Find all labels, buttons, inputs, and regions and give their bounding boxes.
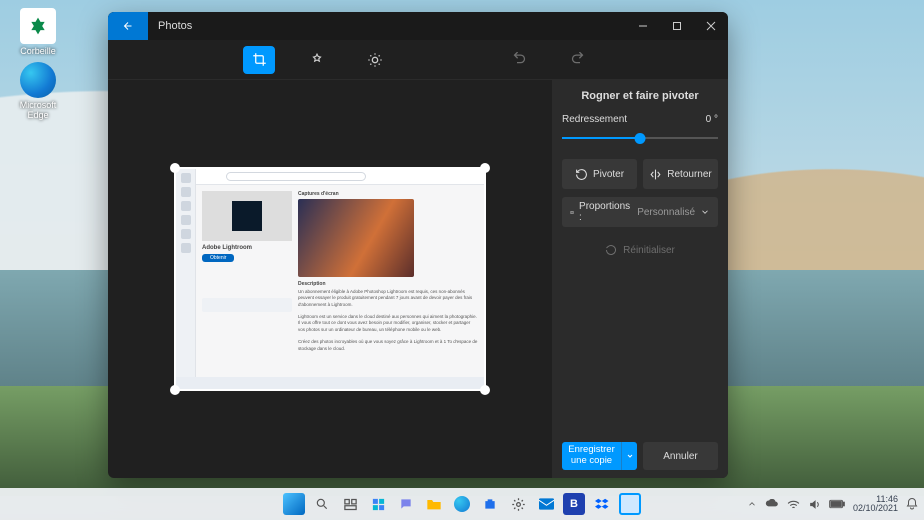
image-canvas[interactable]: Adobe Lightroom Obtenir Captures d'écran… (108, 80, 552, 478)
recycle-bin-icon (20, 8, 56, 44)
store-button[interactable] (479, 493, 501, 515)
system-tray[interactable]: 11:46 02/10/2021 (747, 495, 918, 514)
aspect-label: Proportions : (579, 201, 630, 223)
store-screenshots-heading: Captures d'écran (298, 191, 478, 197)
save-dropdown-button[interactable] (621, 442, 637, 470)
notifications-icon[interactable] (906, 497, 918, 511)
aspect-value: Personnalisé (637, 207, 695, 218)
crop-region[interactable]: Adobe Lightroom Obtenir Captures d'écran… (174, 167, 486, 391)
undo-button[interactable] (503, 46, 535, 74)
crop-handle-bottom-right[interactable] (480, 385, 490, 395)
titlebar[interactable]: Photos (108, 12, 728, 40)
flip-icon (649, 168, 662, 181)
rotate-icon (575, 168, 588, 181)
crop-tool[interactable] (243, 46, 275, 74)
minimize-button[interactable] (626, 12, 660, 40)
chevron-down-icon (700, 207, 710, 217)
cropped-image: Adobe Lightroom Obtenir Captures d'écran… (176, 169, 484, 389)
aspect-icon (570, 206, 574, 219)
store-description-heading: Description (298, 281, 478, 287)
crop-handle-top-left[interactable] (170, 163, 180, 173)
battery-icon[interactable] (829, 499, 845, 509)
onedrive-icon[interactable] (765, 499, 779, 509)
desktop-icon-label: Microsoft Edge (20, 100, 57, 120)
task-view-button[interactable] (339, 493, 361, 515)
clock-date: 02/10/2021 (853, 504, 898, 513)
flip-label: Retourner (667, 169, 711, 180)
straighten-slider[interactable] (562, 131, 718, 145)
explorer-button[interactable] (423, 493, 445, 515)
rotate-button[interactable]: Pivoter (562, 159, 637, 189)
edge-taskbar-button[interactable] (451, 493, 473, 515)
reset-icon (605, 244, 617, 256)
edit-toolbar (108, 40, 728, 80)
reset-label: Réinitialiser (623, 245, 675, 256)
save-split-button: Enregistrer une copie (562, 442, 637, 470)
aspect-ratio-dropdown[interactable]: Proportions : Personnalisé (562, 197, 718, 227)
photos-taskbar-button[interactable] (619, 493, 641, 515)
start-button[interactable] (283, 493, 305, 515)
window-title: Photos (148, 20, 626, 32)
crop-handle-top-right[interactable] (480, 163, 490, 173)
save-copy-button[interactable]: Enregistrer une copie (562, 442, 621, 470)
store-get-button: Obtenir (202, 254, 234, 262)
edge-icon (20, 62, 56, 98)
store-app-title: Adobe Lightroom (202, 245, 292, 251)
taskbar[interactable]: B 11:46 02/10/2021 (0, 488, 924, 520)
back-button[interactable] (108, 12, 148, 40)
crop-handle-bottom-left[interactable] (170, 385, 180, 395)
tray-chevron-icon[interactable] (747, 499, 757, 509)
edit-sidepanel: Rogner et faire pivoter Redressement 0 °… (552, 80, 728, 478)
desktop-icon-recycle-bin[interactable]: Corbeille (10, 8, 66, 56)
rotate-label: Pivoter (593, 169, 624, 180)
close-button[interactable] (694, 12, 728, 40)
desktop-icon-label: Corbeille (20, 46, 56, 56)
adjust-tool[interactable] (359, 46, 391, 74)
chevron-down-icon (626, 452, 634, 460)
redo-button[interactable] (561, 46, 593, 74)
photos-window: Photos (108, 12, 728, 478)
widgets-button[interactable] (367, 493, 389, 515)
search-button[interactable] (311, 493, 333, 515)
filters-tool[interactable] (301, 46, 333, 74)
dropbox-button[interactable] (591, 493, 613, 515)
sidepanel-title: Rogner et faire pivoter (562, 90, 718, 102)
app-b-button[interactable]: B (563, 493, 585, 515)
chat-button[interactable] (395, 493, 417, 515)
flip-button[interactable]: Retourner (643, 159, 718, 189)
settings-button[interactable] (507, 493, 529, 515)
wifi-icon[interactable] (787, 499, 800, 510)
clock[interactable]: 11:46 02/10/2021 (853, 495, 898, 514)
desktop-icon-edge[interactable]: Microsoft Edge (10, 62, 66, 120)
maximize-button[interactable] (660, 12, 694, 40)
volume-icon[interactable] (808, 498, 821, 511)
reset-button[interactable]: Réinitialiser (562, 235, 718, 265)
taskbar-pinned: B (283, 493, 641, 515)
straighten-label: Redressement (562, 114, 627, 125)
straighten-value: 0 ° (706, 114, 718, 125)
cancel-button[interactable]: Annuler (643, 442, 718, 470)
mail-button[interactable] (535, 493, 557, 515)
